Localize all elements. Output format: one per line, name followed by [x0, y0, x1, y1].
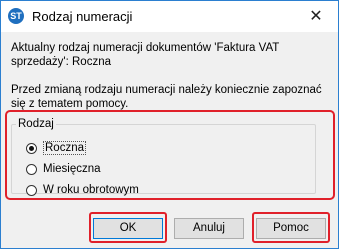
- close-icon[interactable]: ✕: [294, 1, 338, 32]
- ok-button[interactable]: OK: [93, 218, 163, 239]
- radio-option-roczna[interactable]: Roczna: [26, 140, 86, 156]
- dialog-body: Aktualny rodzaj numeracji dokumentów 'Fa…: [1, 32, 338, 205]
- numbering-type-group: Rodzaj Roczna Miesięczna W roku obrotowy…: [11, 118, 316, 196]
- radio-label: Roczna: [43, 141, 86, 155]
- current-numbering-text: Aktualny rodzaj numeracji dokumentów 'Fa…: [11, 42, 280, 68]
- radio-unchecked-icon[interactable]: [26, 184, 37, 196]
- group-label: Rodzaj: [18, 118, 54, 130]
- radio-label: Miesięczna: [43, 163, 101, 175]
- radio-option-miesieczna[interactable]: Miesięczna: [26, 161, 101, 177]
- dialog-title: Rodzaj numeracji: [32, 9, 133, 24]
- radio-checked-icon[interactable]: [26, 142, 37, 154]
- radio-unchecked-icon[interactable]: [26, 163, 37, 175]
- radio-label: W roku obrotowym: [43, 184, 139, 196]
- app-logo-icon: ST: [8, 8, 24, 24]
- warning-text: Przed zmianą rodzaju numeracji należy ko…: [11, 84, 322, 110]
- help-button[interactable]: Pomoc: [256, 218, 326, 239]
- cancel-button[interactable]: Anuluj: [174, 218, 244, 239]
- dialog-window: ST Rodzaj numeracji ✕ Aktualny rodzaj nu…: [0, 0, 339, 249]
- radio-option-w-roku-obrotowym[interactable]: W roku obrotowym: [26, 182, 139, 198]
- title-bar[interactable]: ST Rodzaj numeracji ✕: [1, 1, 338, 32]
- button-bar: OK Anuluj Pomoc: [1, 205, 338, 248]
